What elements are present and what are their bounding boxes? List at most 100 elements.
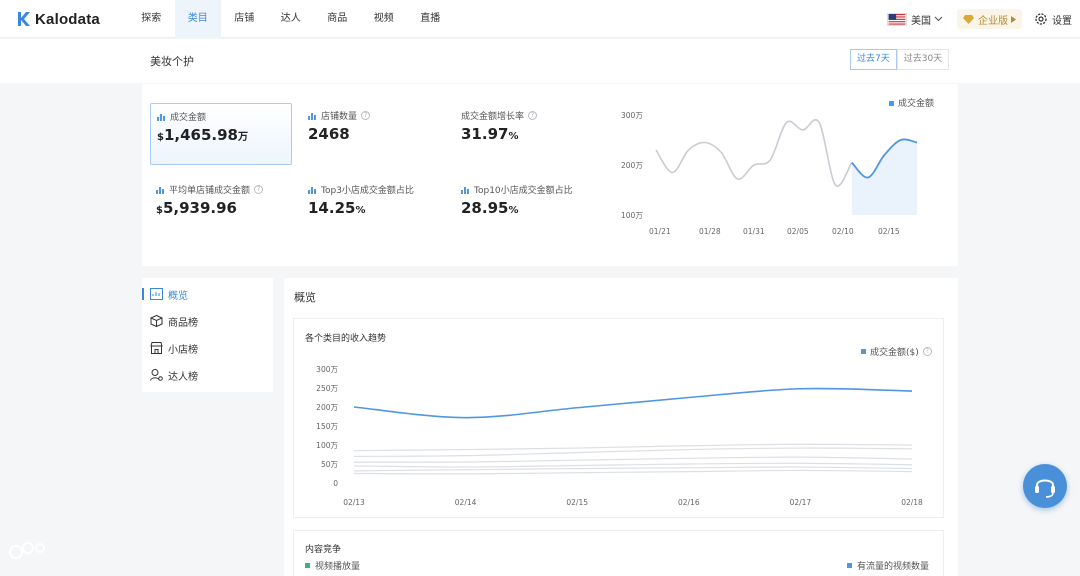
legend-video-views: 视频播放量 (305, 559, 360, 572)
metric-value: 5,939.96 (162, 199, 237, 217)
nav-tab-category[interactable]: 类目 (174, 0, 221, 38)
metric-top10-share-label-row: Top10小店成交金额占比 (461, 183, 591, 196)
bar-chart-icon (461, 186, 470, 194)
x-tick-label: 02/15 (878, 227, 900, 236)
metric-top3-share-value: 14.25% (308, 199, 438, 217)
legend-label: 视频播放量 (315, 562, 361, 572)
sidebar-item-label: 概览 (168, 290, 188, 302)
top-nav: Kalodata 探索 类目 店铺 达人 商品 视频 直播 美国 企业版 设置 (0, 0, 1080, 38)
nav-tab-explore[interactable]: 探索 (128, 0, 175, 38)
metric-avg-shop-gmv-value: $5,939.96 (156, 199, 286, 217)
metric-label: Top3小店成交金额占比 (321, 186, 414, 196)
bar-chart-icon (308, 186, 317, 194)
legend-swatch (861, 349, 866, 354)
nav-tab-shop[interactable]: 店铺 (221, 0, 268, 38)
x-tick-label: 02/18 (901, 498, 923, 507)
x-tick-label: 02/17 (790, 498, 812, 507)
content-competition-card: 内容竞争 视频播放量 有流量的视频数量 (293, 530, 944, 576)
highlight-area (851, 139, 917, 215)
nav-tab-live[interactable]: 直播 (407, 0, 454, 38)
chevron-down-icon (934, 16, 943, 22)
metric-top10-share[interactable]: Top10小店成交金额占比 28.95% (455, 177, 597, 239)
settings-button[interactable]: 设置 (1034, 12, 1072, 27)
page-title: 美妆个护 (150, 55, 194, 68)
metric-value: 14.25 (308, 199, 356, 217)
metric-value: 28.95 (461, 199, 509, 217)
help-icon[interactable]: ? (528, 111, 538, 120)
metric-top3-share-label-row: Top3小店成交金额占比 (308, 183, 438, 196)
range-7-days-button[interactable]: 过去7天 (850, 49, 897, 70)
country-selector[interactable]: 美国 (887, 12, 943, 27)
y-tick-label: 300万 (316, 365, 338, 374)
y-tick-label: 100万 (316, 441, 338, 450)
sidebar-item-label: 小店榜 (168, 344, 198, 356)
gmv-series-line (353, 387, 913, 419)
nav-tab-video[interactable]: 视频 (361, 0, 408, 38)
sidebar-item-creator-rank[interactable]: 达人榜 (150, 367, 198, 383)
metric-gmv-growth-value: 31.97% (461, 125, 591, 143)
metric-label: 店铺数量 (321, 112, 358, 122)
metrics-card: 成交金额 $1,465.98万 店铺数量 ? 2468 成交金额增长率 ? 31… (142, 84, 958, 266)
sidebar-item-shop-rank[interactable]: 小店榜 (150, 340, 198, 356)
legend-swatch (847, 563, 852, 568)
metric-avg-shop-gmv[interactable]: 平均单店铺成交金额 ? $5,939.96 (150, 177, 292, 239)
metric-gmv-growth[interactable]: 成交金额增长率 ? 31.97% (455, 103, 597, 165)
y-tick-label: 0 (333, 479, 338, 488)
metric-value: 1,465.98 (163, 126, 238, 144)
unit-suffix: % (508, 205, 519, 216)
metric-label: Top10小店成交金额占比 (474, 186, 573, 196)
legend-swatch (305, 563, 310, 568)
x-tick-label: 02/15 (566, 498, 588, 507)
kalodata-logo-icon (18, 12, 30, 26)
user-icon (150, 369, 163, 381)
watermark (8, 540, 52, 562)
x-tick-label: 01/31 (743, 227, 765, 236)
mini-trend-chart: 300万 200万 100万 01/21 01/28 01/31 02/05 02/10 02/… (621, 111, 918, 236)
metric-top10-share-value: 28.95% (461, 199, 591, 217)
help-icon[interactable]: ? (922, 347, 932, 356)
x-tick-label: 02/16 (678, 498, 700, 507)
unit-suffix: % (508, 131, 519, 142)
customer-support-button[interactable] (1023, 464, 1067, 508)
y-tick-label: 200万 (621, 161, 643, 170)
bar-chart-icon (157, 113, 166, 121)
metric-top3-share[interactable]: Top3小店成交金额占比 14.25% (302, 177, 444, 239)
brand-logo[interactable]: Kalodata (16, 9, 100, 29)
nav-tab-product[interactable]: 商品 (314, 0, 361, 38)
x-tick-label: 02/10 (832, 227, 854, 236)
watermark-logo-icon (9, 542, 45, 559)
content-competition-title: 内容竞争 (305, 545, 342, 555)
metric-gmv-growth-label-row: 成交金额增长率 ? (461, 109, 591, 122)
metric-gmv[interactable]: 成交金额 $1,465.98万 (150, 103, 292, 165)
x-tick-label: 02/13 (343, 498, 365, 507)
metric-value: 31.97 (461, 125, 509, 143)
us-flag-icon (887, 12, 907, 26)
gear-icon (1035, 13, 1047, 25)
bar-chart-icon (308, 112, 317, 120)
y-tick-label: 150万 (316, 422, 338, 431)
settings-label: 设置 (1052, 15, 1072, 27)
brand-name: Kalodata (35, 10, 100, 28)
help-icon[interactable]: ? (254, 185, 264, 194)
metric-avg-shop-gmv-label-row: 平均单店铺成交金额 ? (156, 183, 286, 196)
revenue-trend-legend: 成交金额($) ? (861, 345, 932, 358)
x-tick-label: 02/14 (455, 498, 477, 507)
help-icon[interactable]: ? (361, 111, 371, 120)
revenue-trend-chart: 300万 250万 200万 150万 100万 50万 0 02/13 02/14 02/15 0… (316, 365, 923, 507)
sidebar-item-label: 达人榜 (168, 371, 198, 383)
unit-suffix: % (355, 205, 366, 216)
enterprise-badge[interactable]: 企业版 (957, 9, 1022, 29)
overview-title: 概览 (294, 291, 316, 304)
range-30-days-button[interactable]: 过去30天 (896, 49, 950, 70)
x-tick-label: 01/28 (699, 227, 721, 236)
overview-icon (150, 288, 163, 300)
nav-tab-creator[interactable]: 达人 (268, 0, 315, 38)
metric-shop-count[interactable]: 店铺数量 ? 2468 (302, 103, 444, 165)
metric-gmv-value: $1,465.98万 (157, 126, 285, 144)
sidebar-item-product-rank[interactable]: 商品榜 (150, 313, 198, 329)
store-icon (150, 342, 163, 354)
sidebar-item-overview[interactable]: 概览 (150, 286, 188, 302)
legend-videos-with-traffic: 有流量的视频数量 (847, 559, 929, 572)
y-tick-label: 200万 (316, 403, 338, 412)
metric-label: 成交金额增长率 (461, 112, 525, 122)
